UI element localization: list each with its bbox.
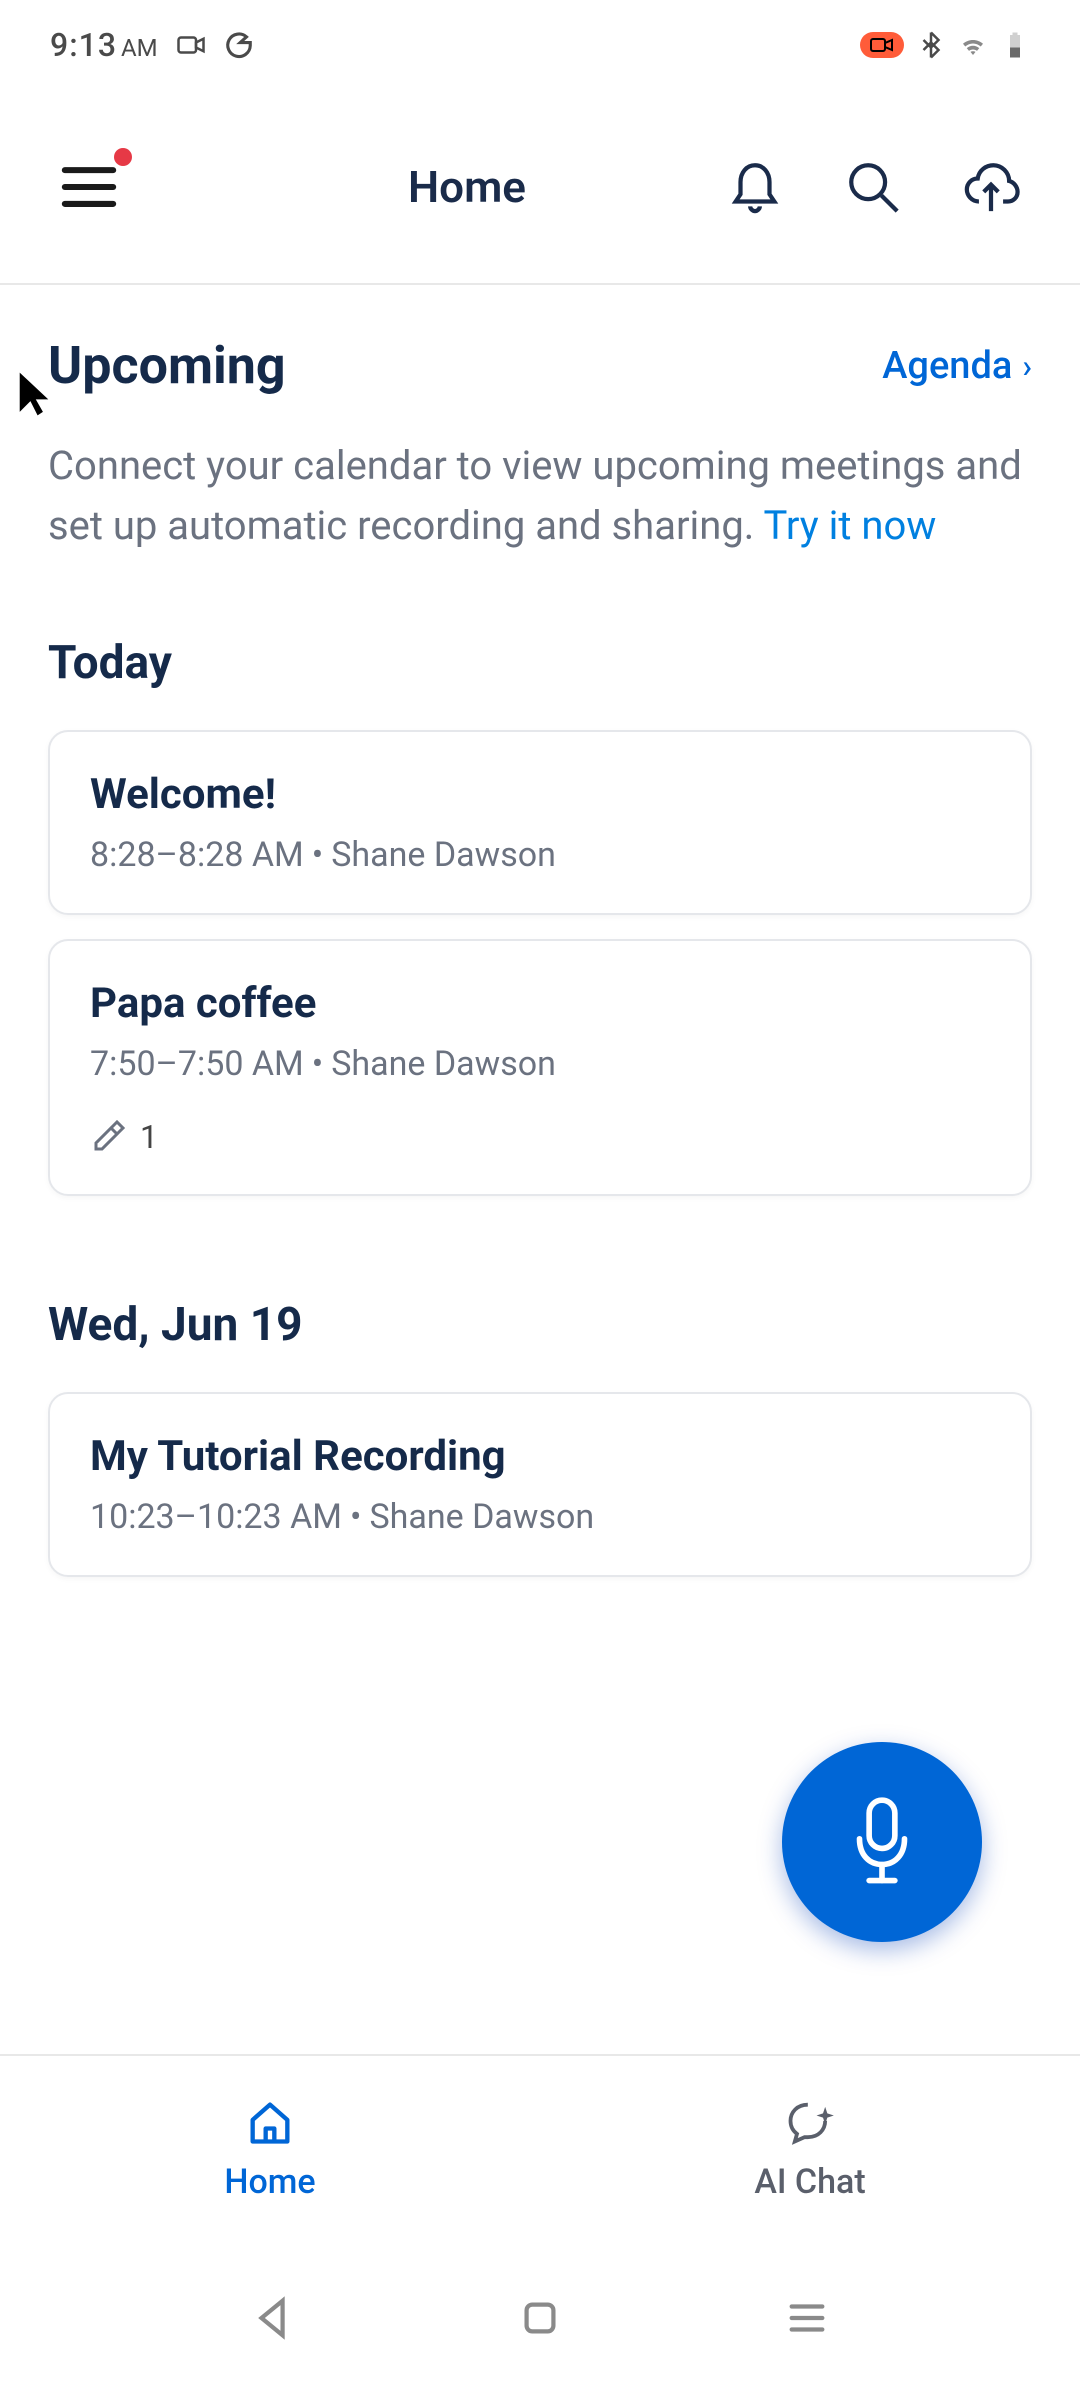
microphone-icon [847,1797,917,1887]
agenda-label: Agenda [882,344,1012,388]
system-back-button[interactable] [250,2295,296,2345]
recording-card[interactable]: Papa coffee 7:50–7:50 AM•Shane Dawson 1 [48,939,1032,1196]
status-right [860,30,1030,60]
system-recents-button[interactable] [784,2295,830,2345]
recording-title: Welcome! [90,770,990,819]
record-fab[interactable] [782,1742,982,1942]
status-time: 9:13AM [50,26,158,64]
home-icon [244,2096,296,2148]
upcoming-heading: Upcoming [48,335,286,396]
chat-sparkle-icon [784,2096,836,2148]
date-heading-today: Today [48,636,1032,690]
notification-dot-icon [114,148,132,166]
main-content: Upcoming Agenda › Connect your calendar … [0,285,1080,1577]
menu-button[interactable] [60,158,118,216]
cursor-arrow-icon [14,369,54,419]
chevron-right-icon: › [1022,347,1032,385]
highlight-icon [90,1119,126,1155]
connect-calendar-text: Connect your calendar to view upcoming m… [48,436,1032,556]
recording-meta: 8:28–8:28 AM•Shane Dawson [90,835,990,875]
google-icon [224,30,254,60]
system-home-button[interactable] [517,2295,563,2345]
wifi-icon [958,30,988,60]
bluetooth-icon [916,30,946,60]
agenda-link[interactable]: Agenda › [882,344,1032,388]
page-title: Home [208,161,726,213]
recording-title: Papa coffee [90,979,990,1028]
recording-badge-icon [860,32,904,58]
recording-meta: 10:23–10:23 AM•Shane Dawson [90,1497,990,1537]
recording-meta: 7:50–7:50 AM•Shane Dawson [90,1044,990,1084]
status-left: 9:13AM [50,26,254,64]
date-heading: Wed, Jun 19 [48,1298,1032,1352]
recording-card[interactable]: Welcome! 8:28–8:28 AM•Shane Dawson [48,730,1032,915]
search-button[interactable] [844,158,902,216]
tab-bar: Home AI Chat [0,2054,1080,2241]
tab-home[interactable]: Home [0,2056,540,2241]
video-recording-icon [176,30,206,60]
highlight-count: 1 [140,1118,158,1156]
tab-ai-chat[interactable]: AI Chat [540,2056,1080,2241]
app-header: Home [0,90,1080,285]
cloud-upload-button[interactable] [962,158,1020,216]
tab-ai-chat-label: AI Chat [754,2162,865,2202]
recording-title: My Tutorial Recording [90,1432,990,1481]
recording-card[interactable]: My Tutorial Recording 10:23–10:23 AM•Sha… [48,1392,1032,1577]
tab-home-label: Home [224,2162,315,2202]
battery-icon [1000,30,1030,60]
status-bar: 9:13AM [0,0,1080,90]
recording-highlight-row: 1 [90,1118,990,1156]
system-nav-bar [0,2240,1080,2400]
notifications-button[interactable] [726,158,784,216]
try-it-now-link[interactable]: Try it now [764,502,937,549]
